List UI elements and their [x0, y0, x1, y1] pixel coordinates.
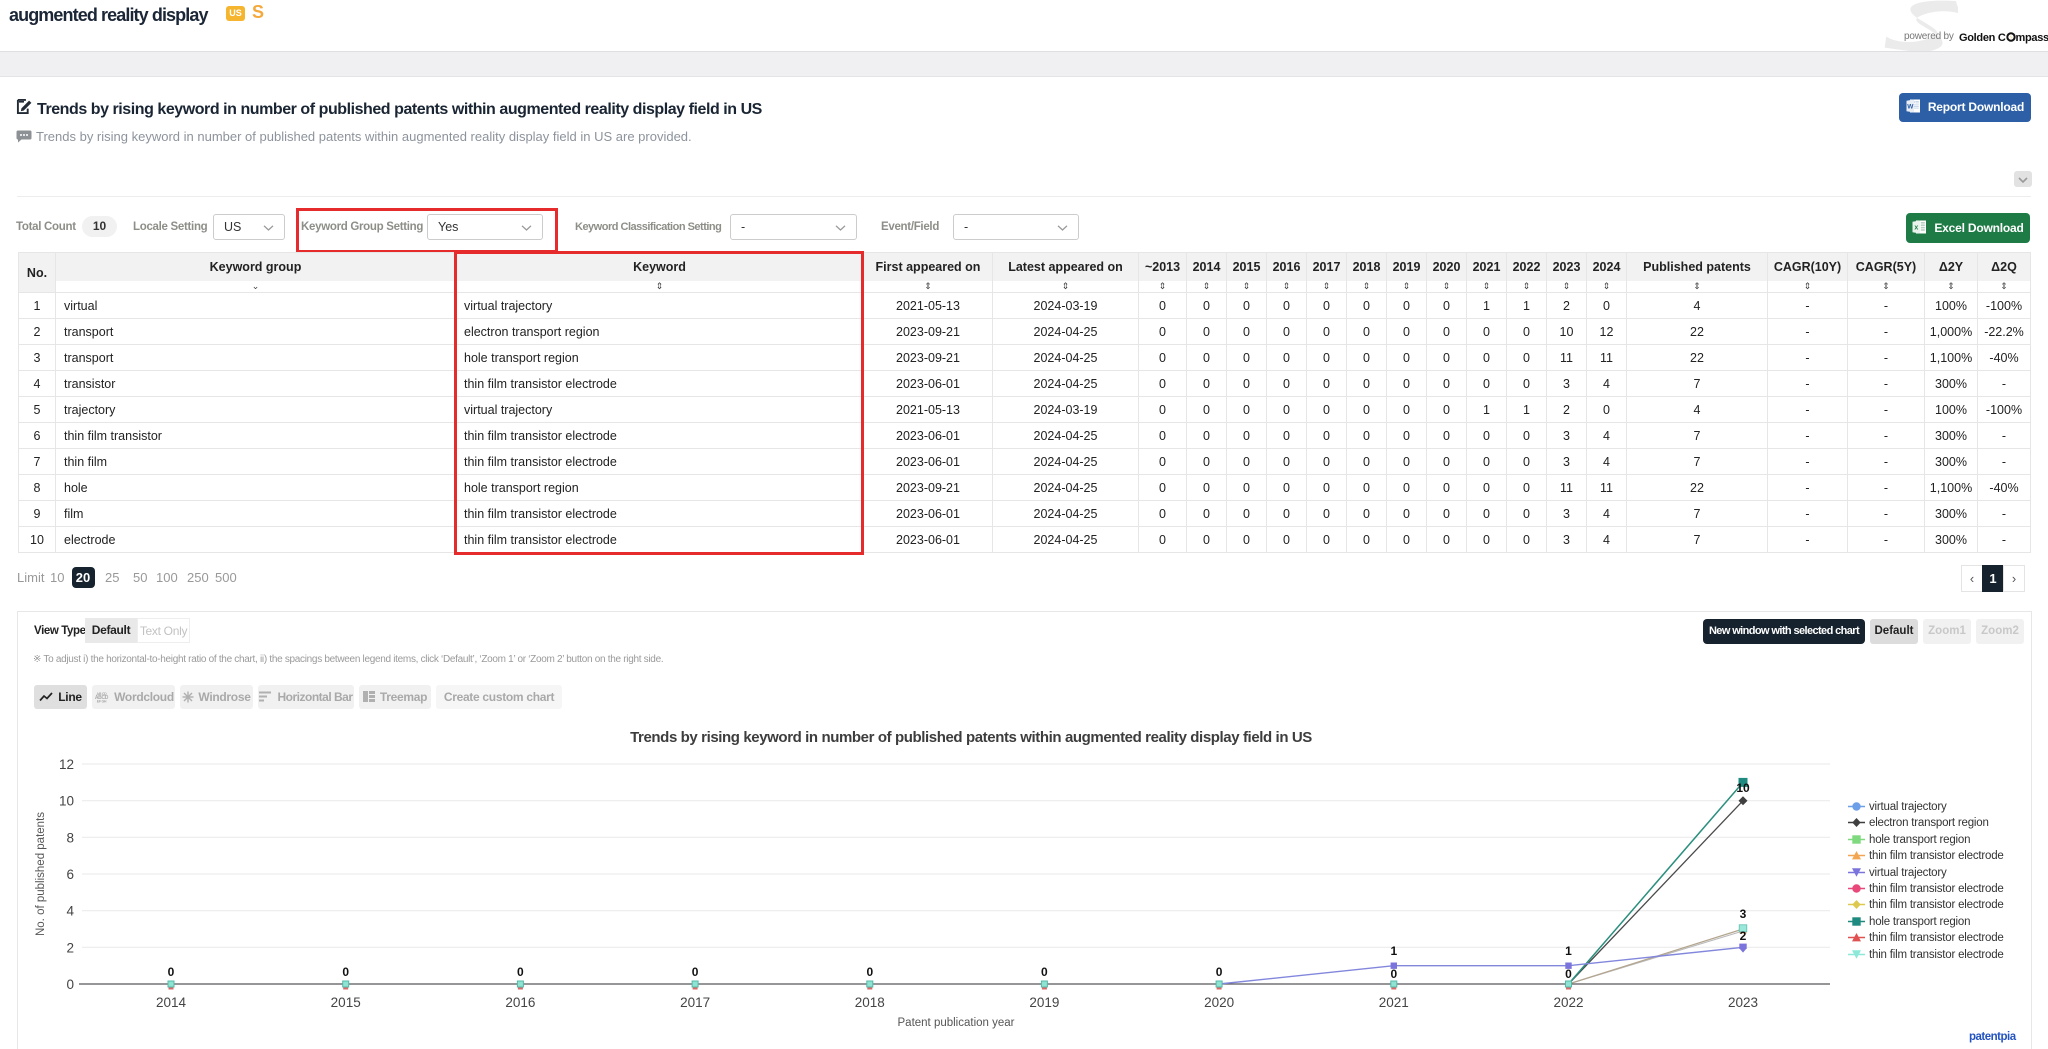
- svg-text:10: 10: [1736, 781, 1750, 795]
- svg-text:EF GH: EF GH: [97, 700, 107, 704]
- svg-text:2018: 2018: [855, 995, 885, 1010]
- svg-text:0: 0: [1565, 967, 1572, 981]
- svg-text:0: 0: [692, 965, 699, 979]
- svg-text:2: 2: [1740, 929, 1747, 943]
- svg-text:2020: 2020: [1204, 995, 1234, 1010]
- svg-text:0: 0: [66, 977, 74, 992]
- svg-text:2023: 2023: [1728, 995, 1758, 1010]
- svg-text:3: 3: [1740, 907, 1747, 921]
- svg-text:0: 0: [1390, 967, 1397, 981]
- svg-text:8: 8: [66, 830, 74, 845]
- svg-text:2019: 2019: [1029, 995, 1059, 1010]
- svg-text:2017: 2017: [680, 995, 710, 1010]
- svg-text:No. of published patents: No. of published patents: [35, 812, 47, 936]
- svg-text:Patent publication year: Patent publication year: [898, 1017, 1015, 1029]
- svg-text:6: 6: [66, 867, 74, 882]
- svg-text:4: 4: [66, 904, 74, 919]
- svg-text:2021: 2021: [1379, 995, 1409, 1010]
- svg-text:0: 0: [342, 965, 349, 979]
- svg-text:0: 0: [168, 965, 175, 979]
- svg-text:0: 0: [1216, 965, 1223, 979]
- svg-text:x: x: [1915, 225, 1919, 232]
- svg-text:2014: 2014: [156, 995, 187, 1010]
- svg-text:1: 1: [1390, 944, 1397, 958]
- svg-text:0: 0: [866, 965, 873, 979]
- svg-text:0: 0: [1041, 965, 1048, 979]
- svg-text:10: 10: [59, 794, 74, 809]
- svg-text:0: 0: [517, 965, 524, 979]
- svg-text:2016: 2016: [505, 995, 535, 1010]
- svg-text:1: 1: [1565, 944, 1572, 958]
- svg-text:2015: 2015: [331, 995, 361, 1010]
- svg-text:2022: 2022: [1553, 995, 1583, 1010]
- svg-text:12: 12: [59, 757, 74, 772]
- svg-text:2: 2: [66, 940, 74, 955]
